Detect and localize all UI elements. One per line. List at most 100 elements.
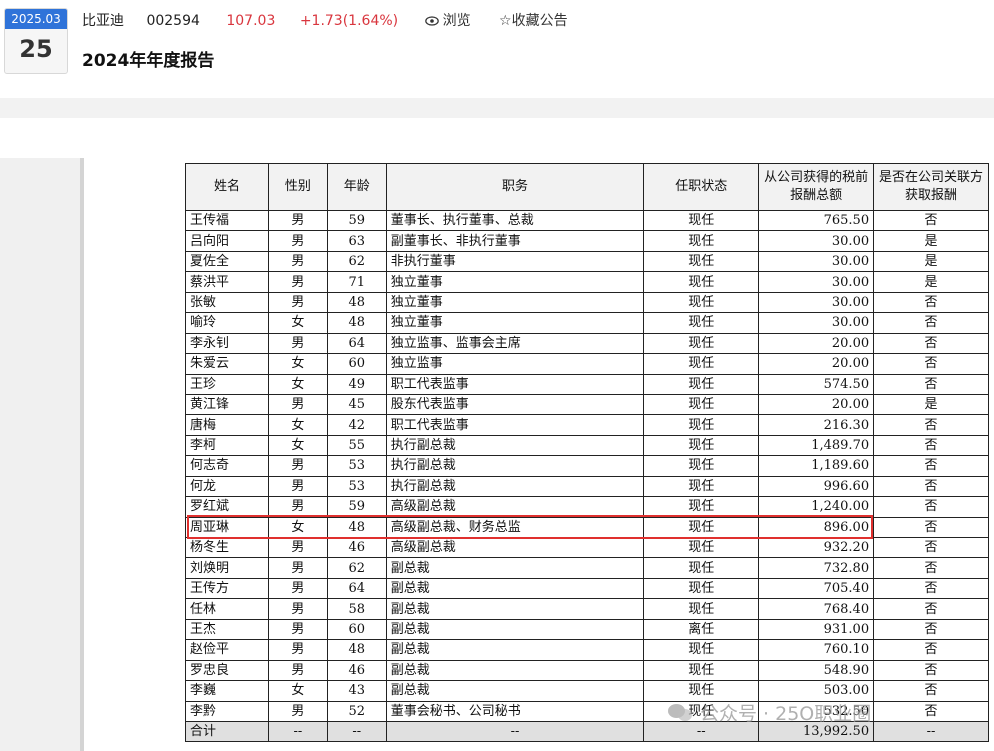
cell-related-party: 是 xyxy=(873,230,989,252)
cell-compensation: 20.00 xyxy=(758,332,875,355)
cell-compensation: 216.30 xyxy=(758,414,875,436)
cell-compensation: 30.00 xyxy=(758,271,875,293)
cell-related-party: 否 xyxy=(873,353,989,375)
cell-compensation: 932.20 xyxy=(758,536,875,559)
cell-status: 现任 xyxy=(643,373,760,395)
cell-compensation: 20.00 xyxy=(758,393,875,416)
cell-position: 独立董事 xyxy=(385,312,645,334)
cell-status: 现任 xyxy=(643,577,760,600)
cell-position: 高级副总裁、财务总监 xyxy=(385,516,645,539)
cell-related-party: 否 xyxy=(873,639,989,661)
cell-related-party: 否 xyxy=(873,312,989,334)
header-compensation: 从公司获得的税前报酬总额 xyxy=(758,163,875,211)
header-position: 职务 xyxy=(385,163,645,211)
cell-status: 现任 xyxy=(643,353,760,375)
cell-position: 副总裁 xyxy=(385,639,645,661)
cell-related-party: 否 xyxy=(873,536,989,559)
cell-gender: 男 xyxy=(267,618,328,641)
cell-name: 李黔 xyxy=(185,700,269,722)
cell-age: 53 xyxy=(326,475,387,498)
stock-code: 002594 xyxy=(146,13,200,29)
cell-age: 49 xyxy=(326,373,387,395)
cell-related-party: 否 xyxy=(873,455,989,477)
cell-age: 71 xyxy=(326,271,387,293)
stock-info-line: 比亚迪 002594 107.03 +1.73(1.64%) 浏览 ☆收藏公告 xyxy=(82,10,592,32)
cell-position: 高级副总裁 xyxy=(385,496,645,518)
header-age: 年龄 xyxy=(326,163,387,211)
cell-related-party: 否 xyxy=(873,414,989,436)
cell-name: 王传方 xyxy=(185,577,269,600)
table-row: 赵俭平男 48 副总裁 现任 760.10 否 xyxy=(185,639,989,661)
cell-gender: 男 xyxy=(267,577,328,600)
cell-related-party: 否 xyxy=(873,332,989,355)
cell-name: 罗忠良 xyxy=(185,659,269,682)
cell-position: 独立董事 xyxy=(385,291,645,314)
cell-status: 现任 xyxy=(643,209,760,232)
cell-gender: 男 xyxy=(267,230,328,252)
cell-status: 现任 xyxy=(643,414,760,436)
cell-gender: 男 xyxy=(267,475,328,498)
cell-age: 63 xyxy=(326,230,387,252)
cell-related-party: 否 xyxy=(873,659,989,682)
table-row: 王珍女 49 职工代表监事 现任 574.50 否 xyxy=(185,373,989,395)
cell-related-party: 否 xyxy=(873,700,989,722)
cell-related-party: 否 xyxy=(873,434,989,457)
cell-related-party: -- xyxy=(873,720,989,743)
collect-button[interactable]: ☆收藏公告 xyxy=(499,10,568,32)
cell-related-party: 否 xyxy=(873,598,989,620)
cell-age: 48 xyxy=(326,516,387,539)
cell-age: 43 xyxy=(326,680,387,702)
table-row: 蔡洪平男 71 独立董事 现任 30.00 是 xyxy=(185,271,989,293)
table-row: 周亚琳女 48 高级副总裁、财务总监 现任 896.00 否 xyxy=(185,516,989,539)
cell-position: 副总裁 xyxy=(385,577,645,600)
header-divider-band xyxy=(0,98,994,118)
cell-status: 现任 xyxy=(643,455,760,477)
cell-gender: 男 xyxy=(267,271,328,293)
stock-name[interactable]: 比亚迪 xyxy=(82,10,124,32)
cell-name: 李永钊 xyxy=(185,332,269,355)
table-row: 张敏男 48 独立董事 现任 30.00 否 xyxy=(185,291,989,314)
cell-status: 现任 xyxy=(643,659,760,682)
cell-gender: 女 xyxy=(267,516,328,539)
cell-compensation: 705.40 xyxy=(758,577,875,600)
cell-gender: 女 xyxy=(267,373,328,395)
cell-position: 执行副总裁 xyxy=(385,475,645,498)
cell-position: 副总裁 xyxy=(385,659,645,682)
cell-related-party: 是 xyxy=(873,393,989,416)
watermark-text: 公众号 · 25O职业圈 xyxy=(700,702,872,725)
cell-gender: 男 xyxy=(267,291,328,314)
cell-gender: 女 xyxy=(267,680,328,702)
cell-gender: 男 xyxy=(267,209,328,232)
cell-related-party: 否 xyxy=(873,475,989,498)
cell-name: 张敏 xyxy=(185,291,269,314)
cell-position: 职工代表监事 xyxy=(385,373,645,395)
cell-age: 53 xyxy=(326,455,387,477)
cell-position: 职工代表监事 xyxy=(385,414,645,436)
cell-compensation: 732.80 xyxy=(758,557,875,579)
watermark: 公众号 · 25O职业圈 xyxy=(668,698,871,726)
header-name: 姓名 xyxy=(185,163,269,211)
cell-age: 62 xyxy=(326,557,387,579)
cell-status: 现任 xyxy=(643,516,760,539)
cell-name: 黄江锋 xyxy=(185,393,269,416)
cell-status: 现任 xyxy=(643,557,760,579)
table-row: 喻玲女 48 独立董事 现任 30.00 否 xyxy=(185,312,989,334)
cell-related-party: 否 xyxy=(873,291,989,314)
cell-related-party: 否 xyxy=(873,516,989,539)
viewer-left-gutter xyxy=(0,158,80,751)
cell-gender: 女 xyxy=(267,353,328,375)
cell-related-party: 否 xyxy=(873,618,989,641)
cell-compensation: 548.90 xyxy=(758,659,875,682)
cell-name: 唐梅 xyxy=(185,414,269,436)
cell-name: 李柯 xyxy=(185,434,269,457)
header-gender: 性别 xyxy=(267,163,328,211)
report-title: 2024年年度报告 xyxy=(82,51,215,71)
cell-compensation: 931.00 xyxy=(758,618,875,641)
cell-age: -- xyxy=(326,720,387,743)
table-row: 任林男 58 副总裁 现任 768.40 否 xyxy=(185,598,989,620)
total-label: 合计 xyxy=(185,720,269,743)
table-row: 王传福男 59 董事长、执行董事、总裁 现任 765.50 否 xyxy=(185,209,989,232)
cell-compensation: 30.00 xyxy=(758,250,875,273)
cell-name: 蔡洪平 xyxy=(185,271,269,293)
browse-button[interactable]: 浏览 xyxy=(424,10,471,32)
